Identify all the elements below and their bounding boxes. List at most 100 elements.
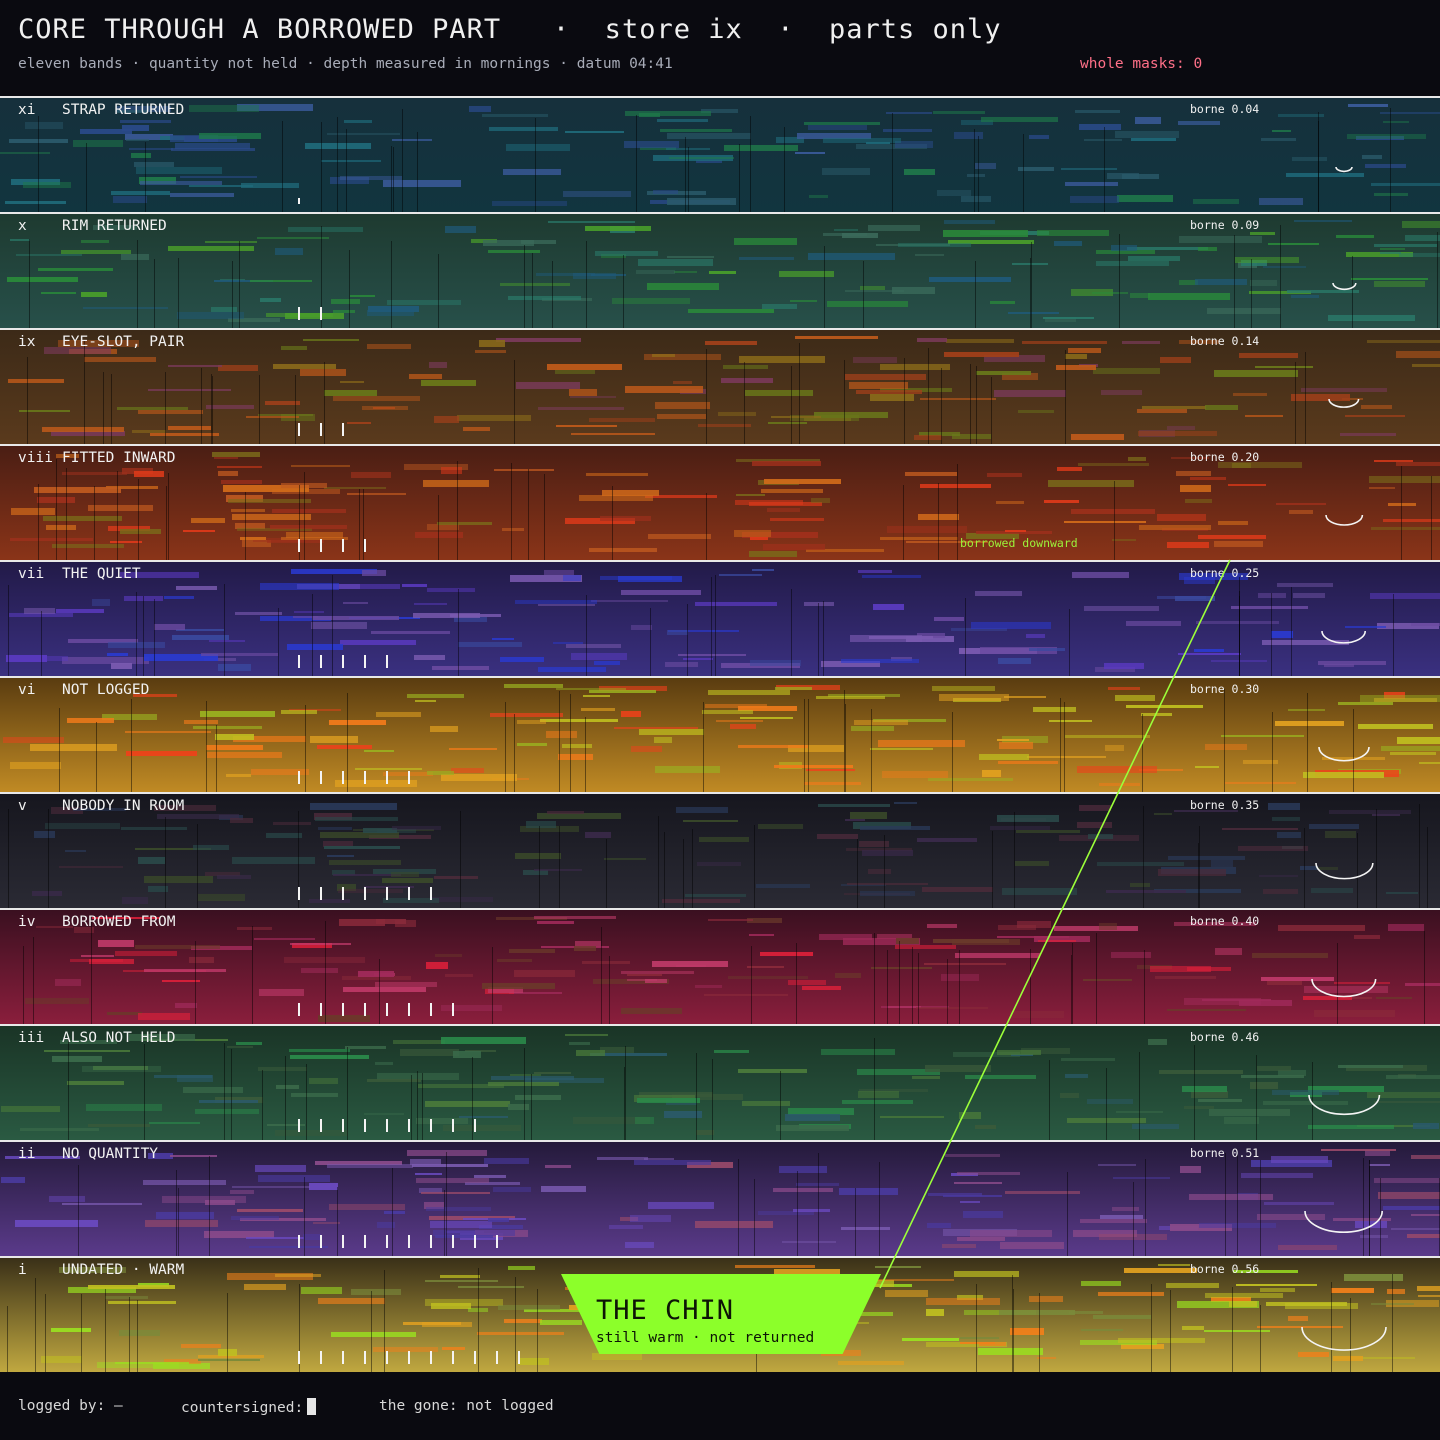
fragment bbox=[1000, 1242, 1064, 1249]
fragment bbox=[355, 768, 422, 770]
fragment bbox=[1166, 1283, 1219, 1288]
fragment bbox=[333, 584, 400, 589]
fragment bbox=[960, 1342, 995, 1344]
vertical-seam bbox=[535, 118, 536, 212]
arc-mark-icon bbox=[1314, 863, 1374, 880]
arc-mark-icon bbox=[1318, 747, 1370, 762]
fragment bbox=[303, 1234, 321, 1240]
fragment bbox=[1178, 121, 1220, 125]
fragment bbox=[441, 1037, 526, 1044]
fragment bbox=[1370, 593, 1440, 599]
fragment bbox=[858, 570, 892, 573]
fragment bbox=[768, 422, 807, 424]
vertical-seam bbox=[111, 374, 112, 444]
morning-tick bbox=[386, 1003, 388, 1016]
fragment bbox=[490, 713, 563, 717]
fragment bbox=[868, 869, 891, 874]
fragment bbox=[162, 1196, 246, 1203]
fragment bbox=[290, 943, 351, 945]
fragment bbox=[281, 346, 307, 350]
fragment bbox=[491, 1076, 574, 1080]
fragment bbox=[407, 1150, 487, 1156]
fragment bbox=[1083, 979, 1132, 981]
fragment bbox=[695, 602, 777, 606]
fragment bbox=[1396, 462, 1440, 466]
fragment bbox=[469, 106, 491, 112]
fragment bbox=[975, 591, 1022, 596]
fragment bbox=[1241, 1173, 1313, 1178]
fragment bbox=[364, 1113, 404, 1115]
fragment bbox=[443, 1125, 521, 1131]
fragment bbox=[1176, 471, 1211, 476]
fragment bbox=[902, 1338, 959, 1341]
vertical-seam bbox=[947, 959, 948, 1024]
fragment bbox=[621, 711, 641, 717]
fragment bbox=[416, 1178, 489, 1183]
fragment bbox=[1157, 514, 1206, 521]
vertical-seam bbox=[391, 146, 392, 212]
fragment bbox=[183, 1087, 243, 1093]
vertical-seam bbox=[685, 137, 686, 212]
vertical-seam bbox=[606, 839, 607, 908]
fragment bbox=[1054, 926, 1138, 931]
vertical-seam bbox=[874, 1038, 875, 1140]
fragment bbox=[569, 1042, 590, 1045]
fragment bbox=[1258, 593, 1286, 598]
fragment bbox=[994, 390, 1066, 397]
band-numeral: iii bbox=[18, 1030, 45, 1046]
fragment bbox=[260, 583, 339, 590]
vertical-seam bbox=[1234, 235, 1235, 328]
fragment bbox=[636, 270, 675, 274]
fragment bbox=[1180, 485, 1211, 492]
fragment bbox=[745, 390, 813, 396]
fragment bbox=[1259, 875, 1298, 877]
fragment bbox=[563, 575, 581, 581]
fragment bbox=[1185, 499, 1212, 503]
fragment bbox=[537, 921, 574, 924]
fragment bbox=[426, 1207, 491, 1211]
fragment bbox=[870, 394, 914, 401]
fragment bbox=[1250, 232, 1275, 235]
fragment bbox=[10, 762, 61, 769]
fragment bbox=[301, 968, 338, 973]
fragment bbox=[387, 300, 461, 305]
fragment bbox=[347, 422, 371, 424]
fragment bbox=[312, 616, 399, 620]
fragment bbox=[508, 1104, 529, 1110]
fragment bbox=[1374, 281, 1425, 287]
fragment bbox=[971, 622, 1051, 629]
fragment bbox=[639, 729, 704, 735]
morning-tick bbox=[342, 1119, 344, 1132]
fragment bbox=[1378, 1192, 1440, 1199]
vertical-seam bbox=[1225, 1153, 1226, 1256]
vertical-seam bbox=[417, 132, 418, 212]
vertical-seam bbox=[1014, 812, 1015, 908]
vertical-seam bbox=[797, 1171, 798, 1256]
fragment bbox=[1087, 1099, 1133, 1104]
fragment bbox=[981, 117, 1058, 122]
vertical-seam bbox=[1199, 826, 1200, 908]
fragment bbox=[1141, 713, 1172, 716]
fragment bbox=[1250, 1082, 1278, 1089]
stratum-band: iii ALSO NOT HELD borne 0.46 bbox=[0, 1024, 1440, 1140]
vertical-seam bbox=[66, 468, 67, 560]
band-name: NO QUANTITY bbox=[62, 1146, 159, 1162]
vertical-seam bbox=[585, 717, 586, 792]
vertical-seam bbox=[1271, 593, 1272, 676]
fragment bbox=[904, 169, 935, 175]
fragment bbox=[1198, 535, 1266, 539]
fragment bbox=[138, 857, 165, 864]
morning-tick bbox=[342, 771, 344, 784]
fragment bbox=[409, 374, 442, 379]
band-name: THE QUIET bbox=[62, 566, 141, 582]
fragment bbox=[371, 631, 450, 634]
fragment bbox=[484, 1158, 529, 1164]
morning-tick bbox=[364, 1235, 366, 1248]
fragment bbox=[134, 471, 164, 477]
morning-tick bbox=[320, 655, 322, 668]
fragment bbox=[1272, 130, 1291, 132]
fragment bbox=[509, 949, 555, 953]
fragment bbox=[205, 241, 257, 243]
vertical-seam bbox=[636, 115, 637, 212]
fragment bbox=[547, 364, 622, 370]
